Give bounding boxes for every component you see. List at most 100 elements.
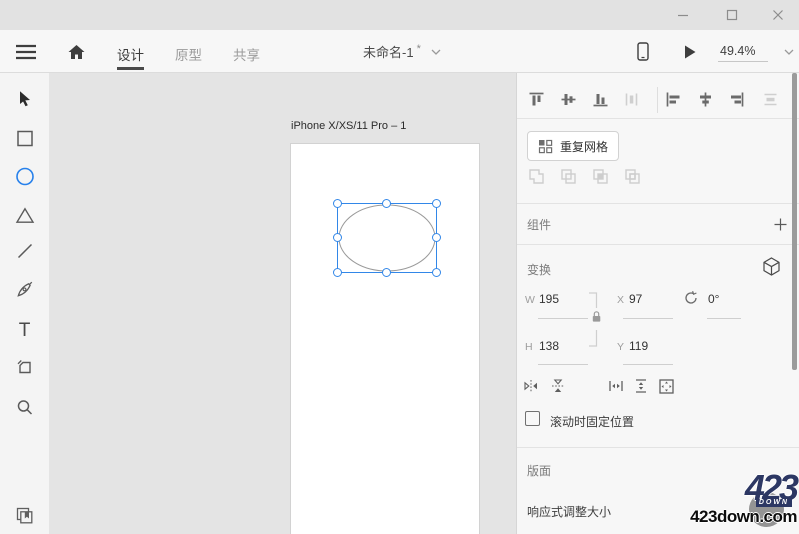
- tool-select[interactable]: [17, 90, 32, 107]
- distribute-vertical-button[interactable]: [762, 91, 779, 108]
- tool-artboard[interactable]: [16, 359, 33, 376]
- resize-handle-e[interactable]: [432, 233, 441, 242]
- document-title-dropdown[interactable]: 未命名-1 *: [363, 30, 441, 73]
- align-middle-vertical-icon: [561, 94, 576, 105]
- fix-position-checkbox[interactable]: [525, 411, 540, 426]
- resize-handle-nw[interactable]: [333, 199, 342, 208]
- tool-line[interactable]: [17, 243, 33, 259]
- flip-horizontal-button[interactable]: [523, 378, 539, 394]
- line-icon: [17, 243, 32, 259]
- menubar: 设计 原型 共享 未命名-1 * 49.4%: [0, 30, 799, 73]
- zoom-level-value[interactable]: 49.4%: [718, 42, 768, 62]
- resize-handle-w[interactable]: [333, 233, 342, 242]
- boolean-union-button[interactable]: [528, 168, 546, 186]
- tab-design-label: 设计: [117, 48, 144, 63]
- main-area: T iPhone X/XS/11 Pro – 1 重复网格 组件 变换 W 19…: [0, 73, 799, 534]
- adobe-xd-window: 设计 原型 共享 未命名-1 * 49.4% T iPhone X/XS/11 …: [0, 0, 799, 534]
- titlebar: [0, 0, 799, 30]
- align-bottom-button[interactable]: [592, 91, 609, 108]
- flip-vertical-icon: [552, 379, 564, 392]
- boolean-intersect-button[interactable]: [592, 168, 610, 186]
- fix-position-label: 滚动时固定位置: [550, 415, 635, 429]
- tab-prototype[interactable]: 原型: [175, 30, 202, 70]
- align-center-horizontal-button[interactable]: [697, 91, 714, 108]
- layout-section-title: 版面: [527, 464, 552, 478]
- artboard[interactable]: [291, 144, 479, 534]
- chevron-down-icon: [431, 49, 441, 55]
- align-left-button[interactable]: [665, 91, 682, 108]
- tool-zoom[interactable]: [16, 399, 33, 416]
- repeat-grid-button[interactable]: 重复网格: [527, 131, 620, 161]
- resize-handle-sw[interactable]: [333, 268, 342, 277]
- tool-polygon[interactable]: [15, 207, 34, 224]
- maximize-button[interactable]: [717, 0, 747, 30]
- selected-ellipse[interactable]: [333, 199, 441, 277]
- divider: [517, 447, 799, 448]
- x-field-label: X: [617, 294, 625, 306]
- resize-constraints-button[interactable]: [658, 378, 675, 395]
- device-preview-button[interactable]: [637, 30, 649, 73]
- divider: [707, 318, 741, 319]
- home-icon: [68, 44, 85, 59]
- play-icon: [685, 45, 696, 58]
- minimize-icon: [678, 14, 688, 17]
- chevron-down-icon: [784, 49, 794, 55]
- divider: [538, 364, 588, 365]
- align-top-button[interactable]: [528, 91, 545, 108]
- rotate-icon: [685, 291, 697, 304]
- boolean-exclude-icon: [625, 169, 640, 184]
- responsive-resize-label[interactable]: 响应式调整大小: [527, 503, 611, 520]
- tab-design[interactable]: 设计: [117, 30, 144, 70]
- libraries-button[interactable]: [16, 507, 34, 525]
- tool-rectangle[interactable]: [16, 130, 33, 147]
- document-title: 未命名-1: [363, 45, 414, 60]
- panel-scrollbar[interactable]: [792, 73, 797, 370]
- tool-pen[interactable]: [16, 281, 33, 298]
- x-field[interactable]: 97: [629, 292, 642, 306]
- align-right-button[interactable]: [728, 91, 745, 108]
- boolean-subtract-button[interactable]: [560, 168, 578, 186]
- text-tool-icon: T: [18, 320, 31, 341]
- desktop-preview-button[interactable]: [683, 30, 697, 73]
- aspect-ratio-lock-toggle[interactable]: [587, 292, 603, 348]
- fix-height-button[interactable]: [633, 378, 649, 394]
- artboard-label[interactable]: iPhone X/XS/11 Pro – 1: [291, 120, 406, 132]
- fix-width-button[interactable]: [608, 378, 624, 394]
- tool-text[interactable]: T: [19, 320, 31, 342]
- align-middle-vertical-button[interactable]: [560, 91, 577, 108]
- zoom-level-control[interactable]: 49.4%: [718, 30, 794, 73]
- select-arrow-icon: [19, 91, 30, 107]
- height-field[interactable]: 138: [539, 339, 559, 353]
- align-center-horizontal-icon: [700, 92, 711, 107]
- minimize-button[interactable]: [668, 0, 698, 30]
- tab-share[interactable]: 共享: [233, 30, 260, 70]
- resize-handle-ne[interactable]: [432, 199, 441, 208]
- hamburger-menu-button[interactable]: [15, 30, 37, 73]
- tool-ellipse[interactable]: [15, 167, 34, 186]
- width-field[interactable]: 195: [539, 292, 559, 306]
- rotation-field[interactable]: 0°: [708, 292, 719, 306]
- width-field-label: W: [525, 294, 535, 306]
- boolean-exclude-button[interactable]: [624, 168, 642, 186]
- 3d-transform-button[interactable]: [761, 256, 782, 277]
- resize-handle-n[interactable]: [382, 199, 391, 208]
- rotation-control[interactable]: [683, 290, 699, 306]
- divider: [657, 87, 658, 113]
- y-field[interactable]: 119: [629, 339, 648, 353]
- flip-vertical-button[interactable]: [550, 378, 566, 394]
- distribute-horizontal-button[interactable]: [623, 91, 640, 108]
- align-right-icon: [731, 92, 744, 107]
- divider: [623, 318, 673, 319]
- maximize-icon: [726, 9, 738, 21]
- add-component-button[interactable]: [773, 217, 788, 232]
- resize-handle-se[interactable]: [432, 268, 441, 277]
- close-icon: [773, 10, 783, 20]
- design-canvas[interactable]: iPhone X/XS/11 Pro – 1: [49, 73, 516, 534]
- home-button[interactable]: [67, 30, 86, 73]
- resize-handle-s[interactable]: [382, 268, 391, 277]
- flip-horizontal-icon: [524, 380, 537, 392]
- resize-constraints-icon: [659, 379, 674, 394]
- close-button[interactable]: [763, 0, 793, 30]
- boolean-intersect-icon: [593, 169, 608, 184]
- magnifier-icon: [17, 400, 32, 415]
